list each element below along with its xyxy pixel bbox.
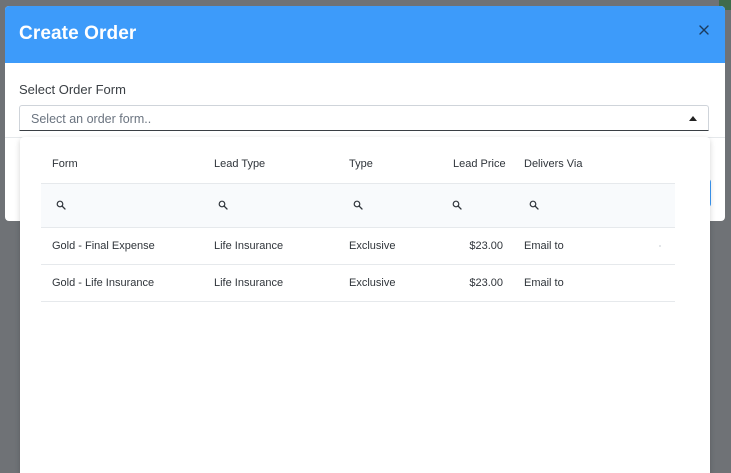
search-icon[interactable] xyxy=(529,200,539,210)
table-row[interactable]: Gold - Final Expense Life Insurance Excl… xyxy=(41,228,675,265)
cell-lead-type: Life Insurance xyxy=(214,240,284,252)
modal-header: Create Order xyxy=(5,6,725,63)
cell-lead-price: $23.00 xyxy=(469,277,503,289)
select-order-form-label: Select Order Form xyxy=(19,82,126,97)
close-icon xyxy=(699,25,709,35)
row-end-mark xyxy=(659,245,661,247)
close-button[interactable] xyxy=(697,23,711,37)
order-form-grid: Form Lead Type Type Lead Price Delivers … xyxy=(41,137,675,302)
search-icon[interactable] xyxy=(218,200,228,210)
cell-type: Exclusive xyxy=(349,277,396,289)
caret-up-icon xyxy=(689,116,697,121)
search-icon[interactable] xyxy=(56,200,66,210)
table-row[interactable]: Gold - Life Insurance Life Insurance Exc… xyxy=(41,265,675,302)
search-icon[interactable] xyxy=(353,200,363,210)
column-header-form[interactable]: Form xyxy=(52,158,78,170)
cell-lead-price: $23.00 xyxy=(469,240,503,252)
modal-title: Create Order xyxy=(19,23,137,44)
cell-form: Gold - Life Insurance xyxy=(52,277,155,289)
order-form-select[interactable]: Select an order form.. xyxy=(19,105,709,131)
cell-delivers-via: Email to xyxy=(524,240,564,252)
grid-header-row: Form Lead Type Type Lead Price Delivers … xyxy=(41,137,675,184)
search-icon[interactable] xyxy=(452,200,462,210)
column-header-type[interactable]: Type xyxy=(349,158,373,170)
column-header-lead-type[interactable]: Lead Type xyxy=(214,158,265,170)
cell-type: Exclusive xyxy=(349,240,396,252)
cell-lead-type: Life Insurance xyxy=(214,277,284,289)
cell-delivers-via: Email to xyxy=(524,277,564,289)
column-header-delivers-via[interactable]: Delivers Via xyxy=(524,158,583,170)
column-header-lead-price[interactable]: Lead Price xyxy=(453,158,506,170)
select-placeholder: Select an order form.. xyxy=(31,112,152,126)
cell-form: Gold - Final Expense xyxy=(52,240,155,252)
order-form-dropdown: Form Lead Type Type Lead Price Delivers … xyxy=(20,137,710,473)
grid-filter-row xyxy=(41,184,675,228)
